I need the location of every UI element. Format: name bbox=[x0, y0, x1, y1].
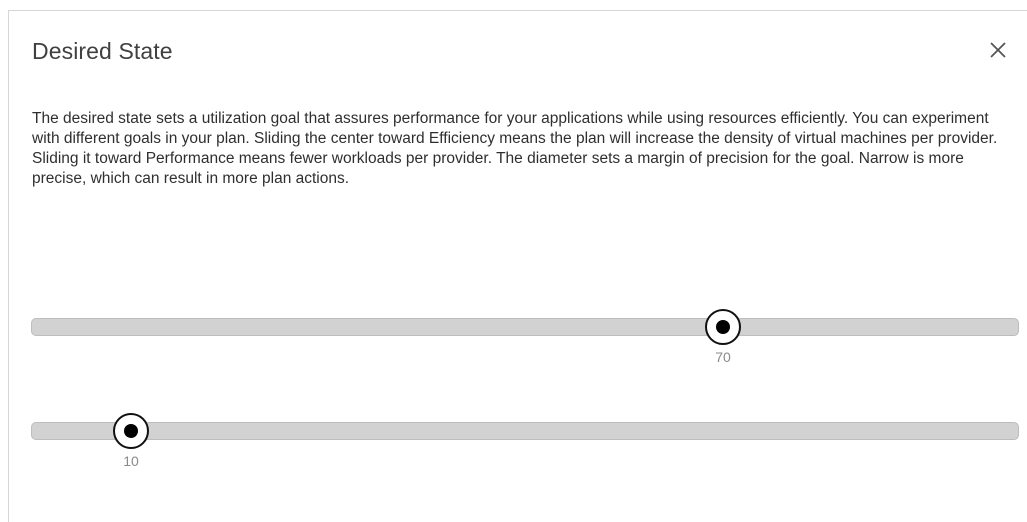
close-button[interactable] bbox=[985, 37, 1011, 63]
diameter-slider-value: 10 bbox=[123, 453, 139, 469]
center-slider-thumb[interactable] bbox=[705, 309, 741, 345]
dialog-description: The desired state sets a utilization goa… bbox=[32, 110, 998, 187]
diameter-slider-thumb[interactable] bbox=[113, 413, 149, 449]
diameter-slider-track[interactable] bbox=[31, 422, 1019, 440]
center-slider-value: 70 bbox=[715, 349, 731, 365]
center-slider-track[interactable] bbox=[31, 318, 1019, 336]
center-slider[interactable]: 70 bbox=[31, 309, 1019, 365]
dialog-title: Desired State bbox=[32, 38, 173, 64]
close-icon bbox=[990, 42, 1006, 58]
diameter-slider[interactable]: 10 bbox=[31, 413, 1019, 469]
desired-state-dialog: Desired State The desired state sets a u… bbox=[8, 10, 1027, 522]
